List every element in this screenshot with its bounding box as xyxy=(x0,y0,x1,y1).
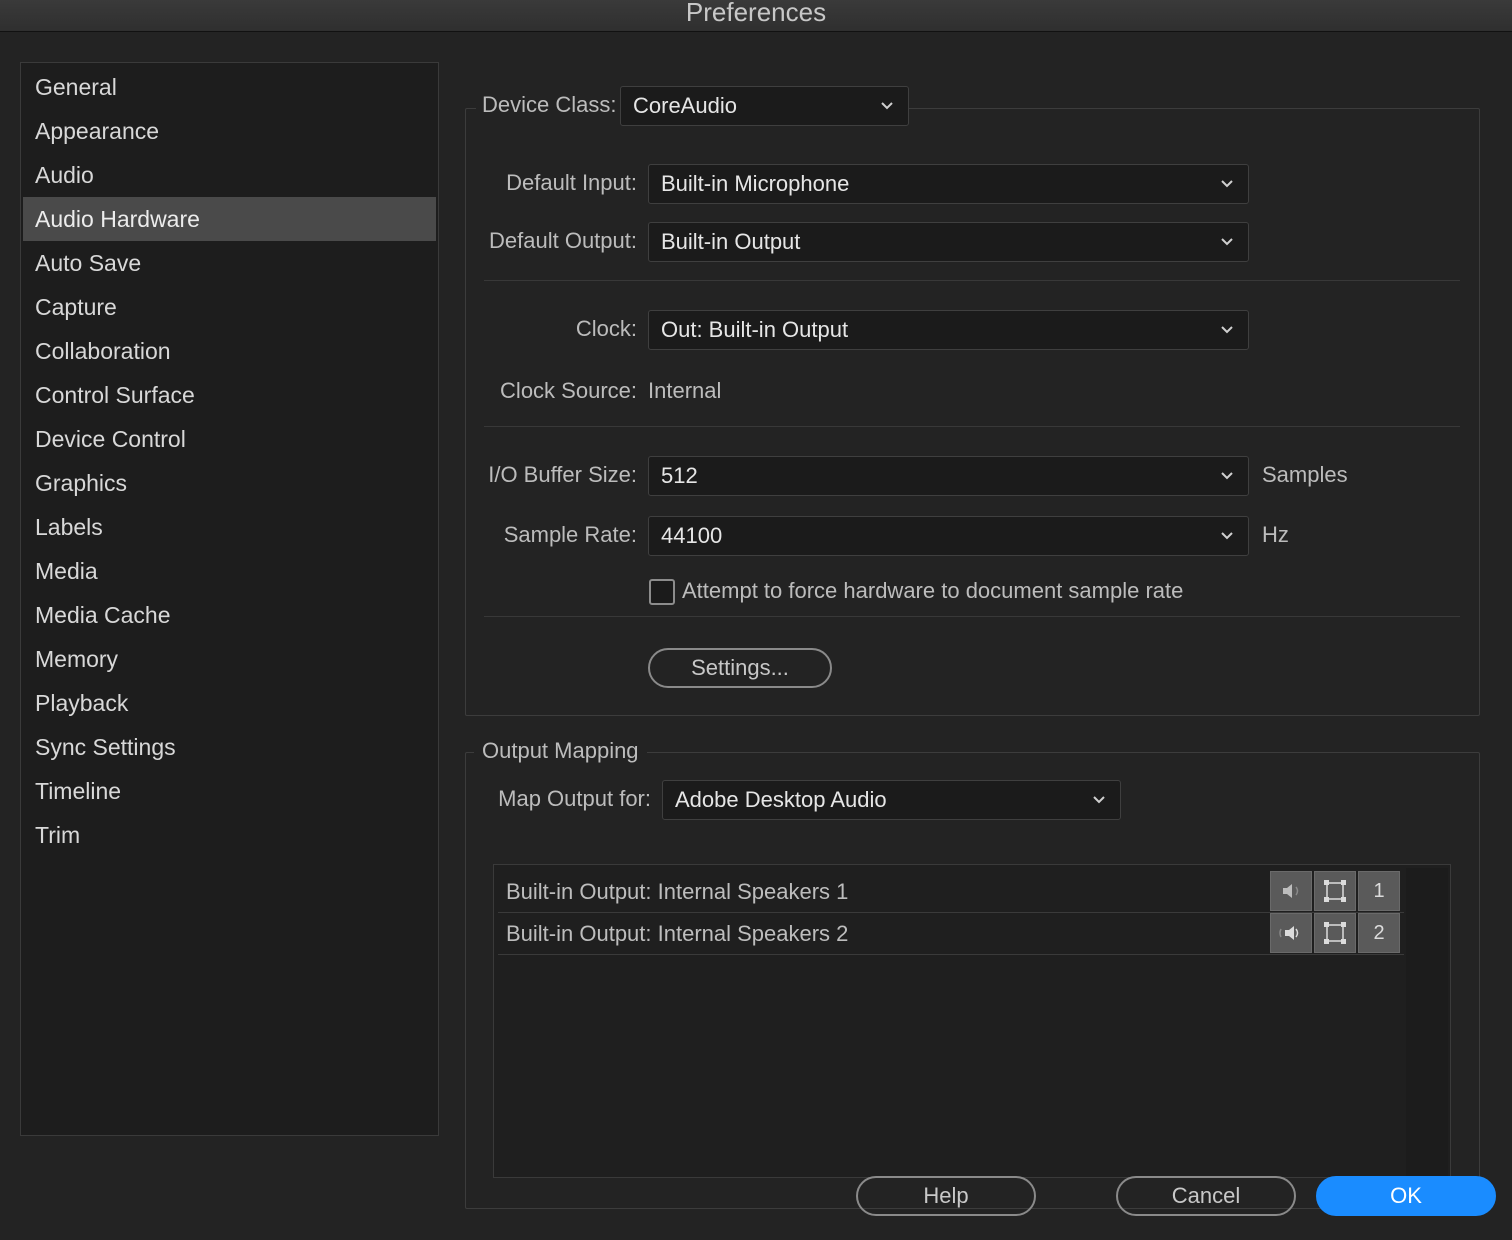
title-bar: Preferences xyxy=(0,0,1512,32)
device-class-dropdown[interactable]: CoreAudio xyxy=(620,86,909,126)
sidebar-item-playback[interactable]: Playback xyxy=(23,681,436,725)
clock-dropdown[interactable]: Out: Built-in Output xyxy=(648,310,1249,350)
buffer-size-dropdown[interactable]: 512 xyxy=(648,456,1249,496)
default-input-label: Default Input: xyxy=(506,170,637,195)
list-item[interactable]: Built-in Output: Internal Speakers 1 1 xyxy=(498,871,1404,913)
divider xyxy=(484,616,1460,617)
sidebar-item-audio[interactable]: Audio xyxy=(23,153,436,197)
sidebar-item-graphics[interactable]: Graphics xyxy=(23,461,436,505)
default-input-dropdown[interactable]: Built-in Microphone xyxy=(648,164,1249,204)
sidebar-item-audio-hardware[interactable]: Audio Hardware xyxy=(23,197,436,241)
mapping-row-label: Built-in Output: Internal Speakers 1 xyxy=(506,879,849,904)
sample-rate-label: Sample Rate: xyxy=(503,522,637,547)
force-sample-rate-checkbox[interactable] xyxy=(649,579,675,605)
map-output-label: Map Output for: xyxy=(498,786,651,811)
map-output-value: Adobe Desktop Audio xyxy=(675,787,887,812)
help-button[interactable]: Help xyxy=(856,1176,1036,1216)
cancel-button[interactable]: Cancel xyxy=(1116,1176,1296,1216)
speaker-icon[interactable] xyxy=(1270,871,1312,911)
chevron-down-icon xyxy=(1221,326,1233,334)
divider xyxy=(484,280,1460,281)
sidebar-item-appearance[interactable]: Appearance xyxy=(23,109,436,153)
sidebar-item-capture[interactable]: Capture xyxy=(23,285,436,329)
buffer-size-label: I/O Buffer Size: xyxy=(488,462,637,487)
sidebar-item-collaboration[interactable]: Collaboration xyxy=(23,329,436,373)
buffer-size-value: 512 xyxy=(661,463,698,488)
clock-source-label: Clock Source: xyxy=(500,378,637,403)
default-output-value: Built-in Output xyxy=(661,229,801,254)
sidebar-item-general[interactable]: General xyxy=(23,65,436,109)
default-output-dropdown[interactable]: Built-in Output xyxy=(648,222,1249,262)
sidebar-item-trim[interactable]: Trim xyxy=(23,813,436,857)
chevron-down-icon xyxy=(1221,238,1233,246)
sidebar-item-labels[interactable]: Labels xyxy=(23,505,436,549)
map-output-dropdown[interactable]: Adobe Desktop Audio xyxy=(662,780,1121,820)
buffer-size-unit: Samples xyxy=(1262,462,1348,487)
force-sample-rate-label: Attempt to force hardware to document sa… xyxy=(682,578,1184,603)
sidebar-item-control-surface[interactable]: Control Surface xyxy=(23,373,436,417)
chevron-down-icon xyxy=(1221,180,1233,188)
sidebar-item-sync-settings[interactable]: Sync Settings xyxy=(23,725,436,769)
channel-map-icon[interactable] xyxy=(1314,871,1356,911)
channel-map-icon[interactable] xyxy=(1314,913,1356,953)
chevron-down-icon xyxy=(1221,472,1233,480)
output-mapping-list: Built-in Output: Internal Speakers 1 1 B… xyxy=(493,864,1451,1178)
mapping-row-label: Built-in Output: Internal Speakers 2 xyxy=(506,921,849,946)
speaker-icon[interactable] xyxy=(1270,913,1312,953)
sidebar-item-memory[interactable]: Memory xyxy=(23,637,436,681)
chevron-down-icon xyxy=(1221,532,1233,540)
settings-button[interactable]: Settings... xyxy=(648,648,832,688)
sidebar-item-media[interactable]: Media xyxy=(23,549,436,593)
ok-button[interactable]: OK xyxy=(1316,1176,1496,1216)
window-title: Preferences xyxy=(685,0,827,27)
sidebar-item-media-cache[interactable]: Media Cache xyxy=(23,593,436,637)
default-input-value: Built-in Microphone xyxy=(661,171,850,196)
default-output-label: Default Output: xyxy=(489,228,637,253)
list-item[interactable]: Built-in Output: Internal Speakers 2 2 xyxy=(498,913,1404,955)
clock-value: Out: Built-in Output xyxy=(661,317,849,342)
sample-rate-dropdown[interactable]: 44100 xyxy=(648,516,1249,556)
sidebar-item-device-control[interactable]: Device Control xyxy=(23,417,436,461)
channel-number[interactable]: 1 xyxy=(1358,871,1400,911)
sidebar-item-timeline[interactable]: Timeline xyxy=(23,769,436,813)
channel-number[interactable]: 2 xyxy=(1358,913,1400,953)
list-scrollbar[interactable] xyxy=(1406,868,1448,1176)
clock-label: Clock: xyxy=(575,316,637,341)
device-class-label: Device Class: xyxy=(476,92,623,118)
output-mapping-legend: Output Mapping xyxy=(474,738,647,764)
divider xyxy=(484,426,1460,427)
chevron-down-icon xyxy=(881,102,893,110)
chevron-down-icon xyxy=(1093,796,1105,804)
sample-rate-value: 44100 xyxy=(661,523,723,548)
preferences-sidebar: General Appearance Audio Audio Hardware … xyxy=(20,62,439,1136)
sample-rate-unit: Hz xyxy=(1262,522,1289,547)
clock-source-value: Internal xyxy=(648,378,722,403)
sidebar-item-auto-save[interactable]: Auto Save xyxy=(23,241,436,285)
device-class-value: CoreAudio xyxy=(633,93,737,118)
